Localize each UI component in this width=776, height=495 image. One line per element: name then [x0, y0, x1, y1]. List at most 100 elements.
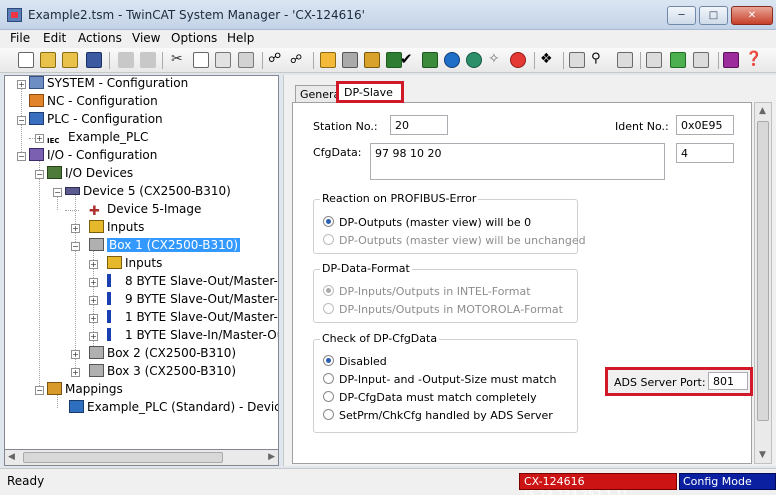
menu-view[interactable]: View — [132, 31, 160, 45]
tree-item-slot-4[interactable]: 1 BYTE Slave-In/Master-Out — [107, 328, 278, 344]
dp-slave-tab-panel: Station No.: 20 Ident No.: 0x0E95 CfgDat… — [292, 102, 753, 464]
menu-actions[interactable]: Actions — [78, 31, 122, 45]
tree-item-example-plc-mapping[interactable]: Example_PLC (Standard) - Device 5 ( — [69, 400, 278, 416]
delete-device-icon[interactable] — [342, 52, 358, 68]
tree-item-plc[interactable]: PLC - Configuration — [29, 112, 163, 128]
expand-toggle[interactable]: + — [17, 80, 26, 89]
expand-toggle[interactable]: + — [89, 278, 98, 287]
ads-port-input[interactable]: 801 — [708, 372, 748, 390]
ads-server-port-box: ADS Server Port: 801 — [605, 367, 753, 396]
tree-item-io-devices[interactable]: I/O Devices — [47, 166, 133, 182]
open-folder-icon[interactable] — [40, 52, 56, 68]
cfgdata-length-input[interactable]: 4 — [676, 143, 734, 163]
collapse-toggle[interactable]: − — [35, 170, 44, 179]
paste-icon[interactable] — [215, 52, 231, 68]
tab-dp-slave[interactable]: DP-Slave — [336, 81, 404, 103]
expand-toggle[interactable]: + — [35, 134, 44, 143]
toolbar-separator — [563, 52, 564, 69]
tree-horizontal-scrollbar[interactable]: ◀ ▶ — [4, 449, 279, 466]
scroll-left-icon[interactable]: ◀ — [8, 452, 15, 462]
check-option-size-match[interactable]: DP-Input- and -Output-Size must match — [323, 373, 557, 386]
expand-toggle[interactable]: + — [89, 260, 98, 269]
collapse-toggle[interactable]: − — [71, 242, 80, 251]
cfgdata-input[interactable]: 97 98 10 20 — [370, 143, 665, 180]
online-view-icon[interactable] — [646, 52, 662, 68]
set-run-mode-icon[interactable] — [422, 52, 438, 68]
cut-icon[interactable]: ✂ — [171, 52, 187, 68]
paste-with-links-icon[interactable] — [238, 52, 254, 68]
tree-item-box-1[interactable]: Box 1 (CX2500-B310) — [89, 238, 241, 254]
restart-icon[interactable] — [444, 52, 460, 68]
tree-item-example-plc[interactable]: IEC Example_PLC — [47, 130, 148, 146]
context-help-icon[interactable]: ❓ — [745, 52, 762, 68]
tree-view[interactable]: + SYSTEM - Configuration NC - Configurat… — [4, 75, 279, 466]
expand-toggle[interactable]: + — [71, 350, 80, 359]
print-icon[interactable] — [118, 52, 134, 68]
reload-devices-icon[interactable] — [466, 52, 482, 68]
close-button[interactable]: ✕ — [731, 6, 773, 25]
ident-input[interactable]: 0x0E95 — [676, 115, 734, 135]
scrollbar-thumb[interactable] — [23, 452, 223, 463]
show-sub-items-icon[interactable] — [617, 52, 633, 68]
tree-item-device-5[interactable]: Device 5 (CX2500-B310) — [65, 184, 231, 200]
insert-device-icon[interactable] — [320, 52, 336, 68]
force-icon[interactable]: ❖ — [540, 52, 556, 68]
menu-edit[interactable]: Edit — [43, 31, 66, 45]
menu-file[interactable]: File — [10, 31, 30, 45]
menu-options[interactable]: Options — [171, 31, 217, 45]
save-icon[interactable] — [86, 52, 102, 68]
expand-toggle[interactable]: + — [89, 296, 98, 305]
scroll-down-icon[interactable]: ▼ — [759, 450, 766, 460]
tree-item-slot-2[interactable]: 9 BYTE Slave-Out/Master-In — [107, 292, 278, 308]
help-book-icon[interactable] — [723, 52, 739, 68]
check-option-match-completely[interactable]: DP-CfgData must match completely — [323, 391, 537, 404]
expand-toggle[interactable]: + — [71, 368, 80, 377]
scan-devices-icon[interactable]: ✧ — [488, 52, 504, 68]
scrollbar-thumb[interactable] — [757, 121, 769, 421]
scroll-right-icon[interactable]: ▶ — [268, 452, 275, 462]
collapse-toggle[interactable]: − — [17, 152, 26, 161]
toolbar: ✂ ☍ ☍ ✔ ✧ ❖ ⚲ ❓ — [0, 48, 776, 73]
tree-item-nc[interactable]: NC - Configuration — [29, 94, 158, 110]
maximize-button[interactable]: □ — [699, 6, 728, 25]
tree-item-box-1-inputs[interactable]: Inputs — [107, 256, 162, 272]
tree-item-io-configuration[interactable]: I/O - Configuration — [29, 148, 157, 164]
tree-item-inputs[interactable]: Inputs — [89, 220, 144, 236]
find-next-icon[interactable]: ☍ — [290, 52, 306, 68]
tree-item-slot-1[interactable]: 8 BYTE Slave-Out/Master-In — [107, 274, 278, 290]
collapse-toggle[interactable]: − — [17, 116, 26, 125]
menu-help[interactable]: Help — [227, 31, 254, 45]
scroll-up-icon[interactable]: ▲ — [759, 106, 766, 116]
tree-item-box-2[interactable]: Box 2 (CX2500-B310) — [89, 346, 236, 362]
copy-icon[interactable] — [193, 52, 209, 68]
io-icon — [29, 148, 44, 161]
reaction-option-zero[interactable]: DP-Outputs (master view) will be 0 — [323, 216, 531, 229]
expand-toggle[interactable]: + — [71, 224, 80, 233]
collapse-toggle[interactable]: − — [35, 386, 44, 395]
title-bar[interactable]: Example2.tsm - TwinCAT System Manager - … — [0, 0, 776, 30]
toggle-free-run-icon[interactable] — [510, 52, 526, 68]
expand-toggle[interactable]: + — [89, 314, 98, 323]
open-recent-icon[interactable] — [62, 52, 78, 68]
print-preview-icon[interactable] — [140, 52, 156, 68]
debug-icon[interactable] — [693, 52, 709, 68]
find-icon[interactable]: ☍ — [268, 52, 284, 68]
tree-item-mappings[interactable]: Mappings — [47, 382, 123, 398]
tree-item-slot-3[interactable]: 1 BYTE Slave-Out/Master-In — [107, 310, 278, 326]
minimize-button[interactable]: ─ — [667, 6, 696, 25]
expand-toggle[interactable]: + — [89, 332, 98, 341]
zoom-icon[interactable]: ⚲ — [591, 52, 607, 68]
station-input[interactable]: 20 — [390, 115, 448, 135]
show-online-data-icon[interactable] — [569, 52, 585, 68]
panel-vertical-scrollbar[interactable]: ▲ ▼ — [754, 102, 772, 464]
check-option-disabled[interactable]: Disabled — [323, 355, 387, 368]
tree-item-device-5-image[interactable]: ✚ Device 5-Image — [89, 202, 201, 218]
generate-mappings-icon[interactable] — [364, 52, 380, 68]
collapse-toggle[interactable]: − — [53, 188, 62, 197]
tree-item-box-3[interactable]: Box 3 (CX2500-B310) — [89, 364, 236, 380]
check-configuration-icon[interactable]: ✔ — [400, 52, 416, 68]
login-icon[interactable] — [670, 52, 686, 68]
new-file-icon[interactable] — [18, 52, 34, 68]
check-option-ads-server[interactable]: SetPrm/ChkCfg handled by ADS Server — [323, 409, 553, 422]
tree-item-system[interactable]: SYSTEM - Configuration — [29, 76, 188, 92]
